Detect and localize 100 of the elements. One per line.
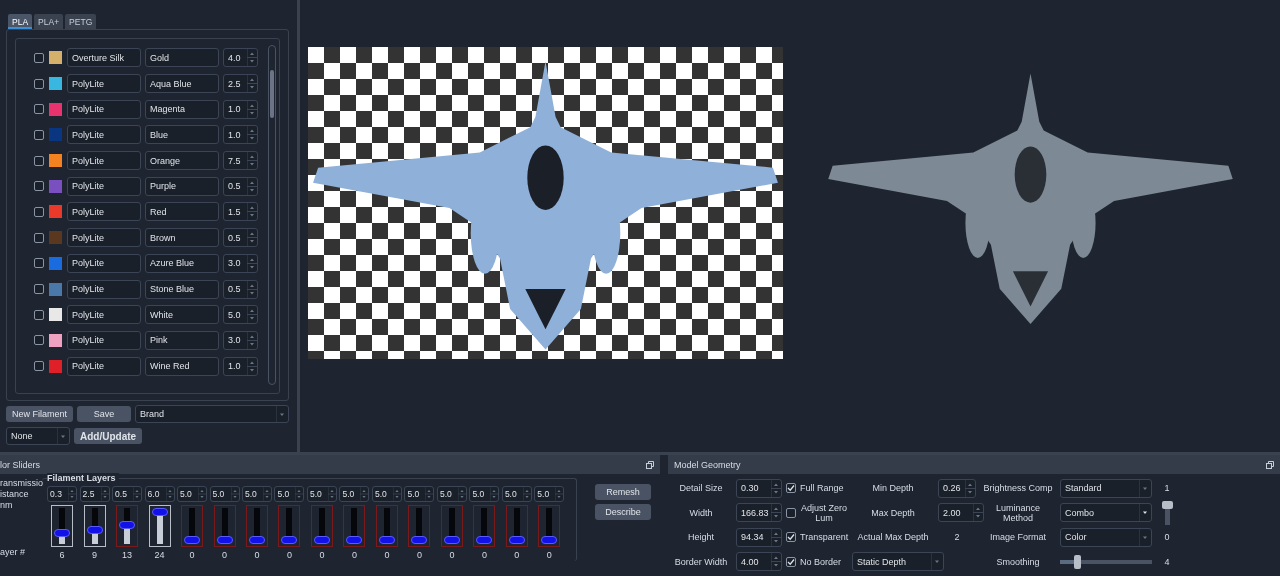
checkbox[interactable] xyxy=(34,361,44,372)
slider-handle[interactable] xyxy=(216,536,233,544)
dropdown[interactable]: Color xyxy=(1060,527,1152,547)
spin-arrows-icon[interactable] xyxy=(771,479,781,497)
spin-arrows-icon[interactable] xyxy=(771,553,781,571)
color-name-field[interactable]: Wine Red xyxy=(145,356,219,376)
layer-slider[interactable] xyxy=(83,505,106,547)
layer-slider[interactable] xyxy=(375,505,398,547)
spin-arrows-icon[interactable] xyxy=(100,487,109,501)
thickness-spinbox[interactable]: 5.0 xyxy=(469,486,500,502)
color-swatch[interactable] xyxy=(49,154,62,168)
layer-slider[interactable] xyxy=(246,505,268,547)
add-update-button[interactable]: Add/Update xyxy=(74,428,143,444)
checkbox[interactable] xyxy=(34,129,44,140)
spin-arrows-icon[interactable] xyxy=(198,487,207,501)
color-name-field[interactable]: Purple xyxy=(145,176,219,196)
color-swatch[interactable] xyxy=(49,51,62,65)
color-name-field[interactable]: Orange xyxy=(145,151,219,171)
spin-arrows-icon[interactable] xyxy=(247,152,257,170)
number-spinbox[interactable]: 0.26 xyxy=(938,478,976,498)
color-name-field[interactable]: Magenta xyxy=(145,99,219,119)
spin-arrows-icon[interactable] xyxy=(771,504,781,522)
spin-arrows-icon[interactable] xyxy=(392,487,401,501)
slider-handle[interactable] xyxy=(313,536,330,544)
slider-handle[interactable] xyxy=(119,520,136,529)
amount-spinbox[interactable]: 1.0 xyxy=(223,125,258,145)
thickness-spinbox[interactable]: 2.5 xyxy=(79,486,110,502)
new-filament-button[interactable]: New Filament xyxy=(6,406,73,422)
slider-handle[interactable] xyxy=(378,536,395,544)
number-spinbox[interactable]: 2.00 xyxy=(938,503,984,523)
thickness-spinbox[interactable]: 5.0 xyxy=(177,486,208,502)
slider-handle[interactable] xyxy=(86,525,103,534)
amount-spinbox[interactable]: 4.0 xyxy=(223,48,258,68)
checkbox[interactable] xyxy=(34,232,44,243)
spin-arrows-icon[interactable] xyxy=(360,487,369,501)
checkbox[interactable] xyxy=(34,52,44,63)
spin-arrows-icon[interactable] xyxy=(973,504,983,522)
spin-arrows-icon[interactable] xyxy=(263,487,271,501)
layer-slider[interactable] xyxy=(473,505,496,547)
brand-field[interactable]: PolyLite xyxy=(67,228,141,248)
spin-arrows-icon[interactable] xyxy=(133,487,142,501)
spin-arrows-icon[interactable] xyxy=(457,487,466,501)
layer-slider[interactable] xyxy=(538,505,561,547)
checkbox[interactable] xyxy=(34,309,44,320)
spin-arrows-icon[interactable] xyxy=(247,126,257,144)
action-button[interactable]: Remesh xyxy=(595,484,651,500)
checkbox[interactable] xyxy=(34,284,44,295)
color-swatch[interactable] xyxy=(49,282,62,296)
slider-handle[interactable] xyxy=(184,536,201,544)
spin-arrows-icon[interactable] xyxy=(247,357,257,375)
brand-field[interactable]: PolyLite xyxy=(67,279,141,299)
thickness-spinbox[interactable]: 5.0 xyxy=(209,486,240,502)
spin-arrows-icon[interactable] xyxy=(555,487,564,501)
thickness-spinbox[interactable]: 0.5 xyxy=(112,486,143,502)
checkbox[interactable] xyxy=(34,258,44,269)
dropdown[interactable]: Standard xyxy=(1060,478,1152,498)
preset-dropdown[interactable]: None xyxy=(6,427,70,445)
spin-arrows-icon[interactable] xyxy=(295,487,304,501)
amount-spinbox[interactable]: 1.0 xyxy=(223,356,258,376)
spin-arrows-icon[interactable] xyxy=(247,229,257,247)
brand-field[interactable]: PolyLite xyxy=(67,99,141,119)
layer-slider[interactable] xyxy=(51,505,74,547)
checkbox[interactable] xyxy=(34,206,44,217)
amount-spinbox[interactable]: 0.5 xyxy=(223,279,258,299)
color-swatch[interactable] xyxy=(49,333,62,347)
number-spinbox[interactable]: 166.83 xyxy=(736,503,782,523)
thickness-spinbox[interactable]: 5.0 xyxy=(534,486,565,502)
color-name-field[interactable]: Blue xyxy=(145,125,219,145)
color-name-field[interactable]: Aqua Blue xyxy=(145,74,219,94)
brand-field[interactable]: PolyLite xyxy=(67,356,141,376)
color-swatch[interactable] xyxy=(49,205,62,219)
brand-field[interactable]: PolyLite xyxy=(67,125,141,145)
layer-slider[interactable] xyxy=(310,505,333,547)
brand-field[interactable]: PolyLite xyxy=(67,305,141,325)
layer-slider[interactable] xyxy=(408,505,431,547)
checkbox[interactable] xyxy=(786,507,796,518)
color-name-field[interactable]: Stone Blue xyxy=(145,279,219,299)
number-spinbox[interactable]: 94.34 xyxy=(736,527,782,547)
number-spinbox[interactable]: 4.00 xyxy=(736,552,782,572)
color-name-field[interactable]: Gold xyxy=(145,48,219,68)
color-swatch[interactable] xyxy=(49,308,62,322)
thickness-spinbox[interactable]: 5.0 xyxy=(501,486,532,502)
checkbox[interactable] xyxy=(34,335,44,346)
spin-arrows-icon[interactable] xyxy=(247,49,257,67)
thickness-spinbox[interactable]: 5.0 xyxy=(339,486,370,502)
amount-spinbox[interactable]: 7.5 xyxy=(223,151,258,171)
slider-handle[interactable] xyxy=(151,508,168,516)
thickness-spinbox[interactable]: 0.3 xyxy=(47,486,78,502)
checkbox[interactable] xyxy=(34,104,44,115)
spin-arrows-icon[interactable] xyxy=(247,331,257,349)
checkbox[interactable] xyxy=(786,532,796,543)
brand-field[interactable]: PolyLite xyxy=(67,176,141,196)
color-name-field[interactable]: Red xyxy=(145,202,219,222)
action-button[interactable]: Describe xyxy=(595,504,651,520)
slider-handle[interactable] xyxy=(508,536,525,544)
checkbox[interactable] xyxy=(786,556,796,567)
spin-arrows-icon[interactable] xyxy=(965,479,975,497)
color-swatch[interactable] xyxy=(49,128,62,142)
amount-spinbox[interactable]: 2.5 xyxy=(223,74,258,94)
dropdown[interactable]: Combo xyxy=(1060,503,1152,523)
